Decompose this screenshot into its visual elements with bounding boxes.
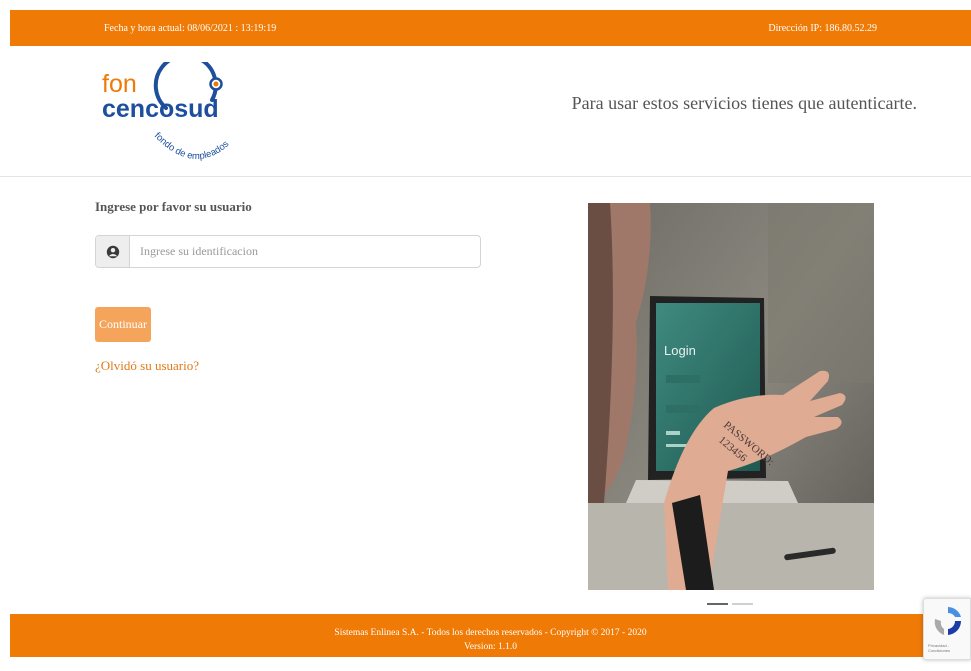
authentication-message: Para usar estos servicios tienes que aut… [571, 93, 917, 113]
user-id-input-group [95, 235, 481, 268]
footer-version: Version: 1.1.0 [463, 642, 518, 652]
forgot-user-link[interactable]: ¿Olvidó su usuario? [95, 358, 199, 374]
footer: Sistemas Enlinea S.A. - Todos los derech… [10, 614, 971, 657]
user-prompt-label: Ingrese por favor su usuario [95, 199, 252, 214]
login-carousel-image: Login PASSWORD: 123456 [588, 203, 874, 590]
continue-button[interactable]: Continuar [95, 307, 151, 342]
user-circle-icon [96, 236, 130, 267]
screen-login-title: Login [664, 343, 696, 358]
logo-tagline: fondo de empleados [152, 130, 231, 162]
carousel-indicator-1[interactable] [707, 603, 728, 605]
carousel-indicator-2[interactable] [732, 603, 753, 605]
recaptcha-badge[interactable]: Privacidad - Condiciones [923, 598, 971, 660]
recaptcha-icon [934, 607, 962, 635]
logo-fon-text: fon [102, 70, 137, 98]
user-id-input[interactable] [130, 236, 480, 267]
current-datetime: Fecha y hora actual: 08/06/2021 : 13:19:… [104, 23, 277, 34]
ip-address: Dirección IP: 186.80.52.29 [768, 23, 877, 34]
recaptcha-text: Privacidad - Condiciones [928, 643, 951, 653]
logo-cencosud-text: cencosud [102, 95, 219, 123]
top-bar: Fecha y hora actual: 08/06/2021 : 13:19:… [10, 10, 971, 46]
footer-copyright: Sistemas Enlinea S.A. - Todos los derech… [334, 628, 647, 638]
carousel-indicators [707, 603, 753, 605]
foncencosud-logo: fon cencosud fondo de empleados [100, 53, 240, 174]
header-divider [0, 176, 971, 177]
